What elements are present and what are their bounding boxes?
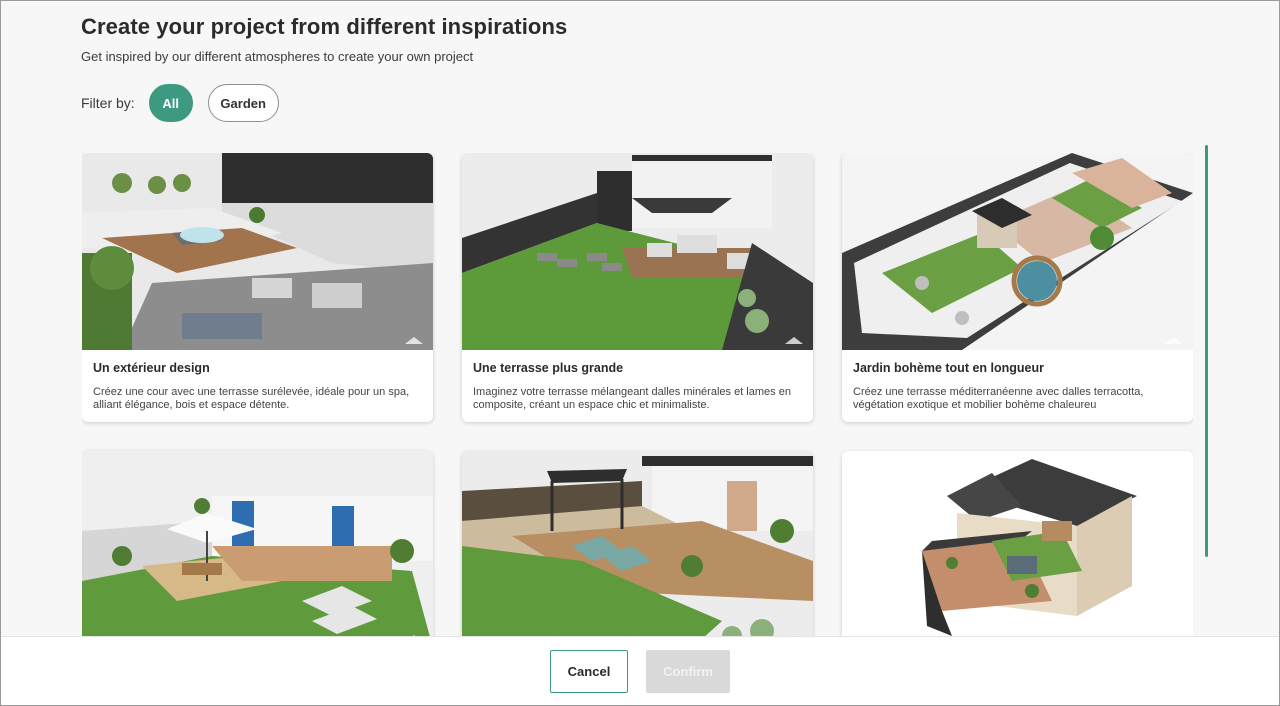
- cancel-button[interactable]: Cancel: [550, 650, 628, 693]
- filter-bar: Filter by: All Garden: [81, 84, 294, 122]
- page-title: Create your project from different inspi…: [81, 14, 568, 39]
- inspiration-card[interactable]: Un extérieur design Créez une cour avec …: [82, 153, 433, 422]
- card-image-modern-spa-terrace: [82, 153, 433, 350]
- card-description: Imaginez votre terrasse mélangeant dalle…: [473, 386, 791, 411]
- card-title: Jardin bohème tout en longueur: [853, 361, 1044, 375]
- card-description: Créez une terrasse méditerranéenne avec …: [853, 386, 1144, 411]
- card-title: Une terrasse plus grande: [473, 361, 624, 375]
- card-title: Un extérieur design: [93, 361, 210, 375]
- page-header: Create your project from different inspi…: [81, 14, 567, 64]
- card-description: Créez une cour avec une terrasse surélev…: [93, 386, 410, 411]
- inspiration-card[interactable]: Une terrasse plus grande Imaginez votre …: [462, 153, 813, 422]
- filter-chip-garden[interactable]: Garden: [207, 84, 279, 122]
- inspiration-grid: Un extérieur design Créez une cour avec …: [82, 153, 1193, 643]
- filter-label: Filter by:: [81, 95, 135, 111]
- expand-icon: [405, 337, 423, 344]
- page-subtitle: Get inspired by our different atmosphere…: [81, 49, 474, 64]
- filter-chip-all[interactable]: All: [148, 84, 193, 122]
- inspiration-card[interactable]: [842, 451, 1193, 643]
- footer-actions: Cancel Confirm: [0, 636, 1280, 706]
- card-image-larger-terrace: [462, 153, 813, 350]
- inspiration-card[interactable]: Jardin bohème tout en longueur Créez une…: [842, 153, 1193, 422]
- card-image-boho-long-garden: [842, 153, 1193, 350]
- card-image-garden-with-umbrella: [82, 451, 433, 643]
- card-image-house-cutaway: [842, 451, 1193, 643]
- expand-icon: [1165, 337, 1183, 344]
- confirm-button[interactable]: Confirm: [646, 650, 730, 693]
- inspiration-card[interactable]: [82, 451, 433, 643]
- inspiration-card[interactable]: [462, 451, 813, 643]
- card-image-pergola-deck: [462, 451, 813, 643]
- scrollbar[interactable]: [1205, 145, 1208, 557]
- expand-icon: [785, 337, 803, 344]
